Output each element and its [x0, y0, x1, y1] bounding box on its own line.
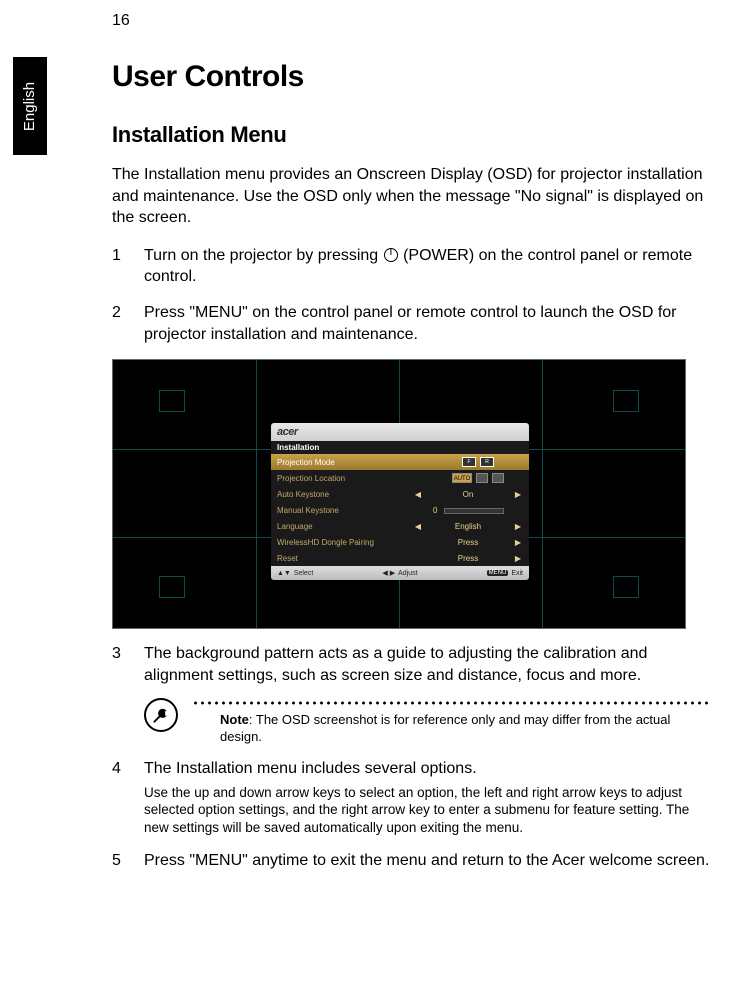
page-number: 16: [112, 12, 130, 30]
osd-label: Manual Keystone: [277, 506, 433, 515]
osd-row-auto-keystone: Auto Keystone ◀ On ▶: [271, 486, 529, 502]
intro-paragraph: The Installation menu provides an Onscre…: [112, 164, 712, 229]
steps-list: 1 Turn on the projector by pressing (POW…: [112, 245, 712, 345]
slider-bar: [444, 508, 504, 514]
language-tab-label: English: [22, 81, 39, 130]
osd-label: Auto Keystone: [277, 490, 413, 499]
steps-list-cont2: 4 The Installation menu includes several…: [112, 758, 712, 872]
osd-title: Installation: [271, 441, 529, 454]
arrow-right-icon: ▶: [513, 490, 523, 499]
step-3: 3 The background pattern acts as a guide…: [112, 643, 712, 686]
osd-value: Press: [423, 538, 513, 547]
arrow-left-icon: ◀: [413, 522, 423, 531]
step-1-pre: Turn on the projector by pressing: [144, 247, 383, 264]
osd-label: WirelessHD Dongle Pairing: [277, 538, 413, 547]
osd-value: Press: [423, 554, 513, 563]
footer-select-keys: ▲▼: [277, 570, 291, 577]
power-icon: [384, 248, 398, 262]
location-icon-auto: AUTO: [452, 473, 472, 483]
osd-row-pairing: WirelessHD Dongle Pairing Press ▶: [271, 534, 529, 550]
mode-icon-rear: R: [480, 457, 494, 467]
step-body: The background pattern acts as a guide t…: [144, 643, 712, 686]
pin-icon: [151, 705, 171, 725]
footer-exit-label: Exit: [511, 570, 523, 577]
osd-row-reset: Reset Press ▶: [271, 550, 529, 566]
menu-key-badge: MENU: [487, 570, 509, 576]
step-body: Press "MENU" on the control panel or rem…: [144, 302, 712, 345]
main-content: User Controls Installation Menu The Inst…: [112, 60, 712, 886]
section-heading: Installation Menu: [112, 122, 712, 148]
step-body: Turn on the projector by pressing (POWER…: [144, 245, 712, 288]
footer-adjust-label: Adjust: [398, 570, 417, 577]
step-number: 2: [112, 302, 144, 345]
page-title: User Controls: [112, 60, 712, 94]
osd-panel: acer Installation Projection Mode F R Pr…: [271, 423, 529, 580]
step-body: Press "MENU" anytime to exit the menu an…: [144, 850, 712, 872]
step-number: 1: [112, 245, 144, 288]
arrow-right-icon: ▶: [513, 522, 523, 531]
osd-label: Projection Location: [277, 474, 433, 483]
note-label: Note: [220, 712, 249, 727]
mode-icon-front: F: [462, 457, 476, 467]
arrow-right-icon: ▶: [513, 538, 523, 547]
footer-adjust-keys: ◀ ▶: [382, 569, 395, 577]
step-1: 1 Turn on the projector by pressing (POW…: [112, 245, 712, 288]
osd-value: 0: [433, 506, 437, 515]
osd-row-manual-keystone: Manual Keystone 0: [271, 502, 529, 518]
location-icon: [476, 473, 488, 483]
osd-row-language: Language ◀ English ▶: [271, 518, 529, 534]
location-icon: [492, 473, 504, 483]
osd-label: Language: [277, 522, 413, 531]
location-icons: AUTO: [433, 473, 523, 483]
step-number: 3: [112, 643, 144, 686]
steps-list-cont: 3 The background pattern acts as a guide…: [112, 643, 712, 686]
osd-value: English: [423, 522, 513, 531]
osd-label: Projection Mode: [277, 458, 433, 467]
note-icon: [144, 698, 178, 732]
step-number: 4: [112, 758, 144, 836]
osd-label: Reset: [277, 554, 413, 563]
note-block: Note: The OSD screenshot is for referenc…: [144, 700, 712, 746]
arrow-right-icon: ▶: [513, 554, 523, 563]
note-divider: [192, 700, 712, 706]
footer-select-label: Select: [294, 570, 313, 577]
arrow-left-icon: ◀: [413, 490, 423, 499]
step-5: 5 Press "MENU" anytime to exit the menu …: [112, 850, 712, 872]
osd-brand: acer: [271, 423, 529, 441]
osd-row-projection-location: Projection Location AUTO: [271, 470, 529, 486]
osd-row-projection-mode: Projection Mode F R: [271, 454, 529, 470]
step-body: The Installation menu includes several o…: [144, 760, 477, 777]
osd-value: On: [423, 490, 513, 499]
osd-screenshot: acer Installation Projection Mode F R Pr…: [112, 359, 686, 629]
step-4: 4 The Installation menu includes several…: [112, 758, 712, 836]
note-text: Note: The OSD screenshot is for referenc…: [192, 712, 712, 746]
step-2: 2 Press "MENU" on the control panel or r…: [112, 302, 712, 345]
osd-footer: ▲▼ Select ◀ ▶ Adjust MENU Exit: [271, 566, 529, 580]
note-body: : The OSD screenshot is for reference on…: [220, 712, 670, 744]
step-number: 5: [112, 850, 144, 872]
language-tab: English: [13, 57, 47, 155]
mode-icons: F R: [433, 457, 523, 467]
step-4-subtext: Use the up and down arrow keys to select…: [144, 784, 712, 837]
